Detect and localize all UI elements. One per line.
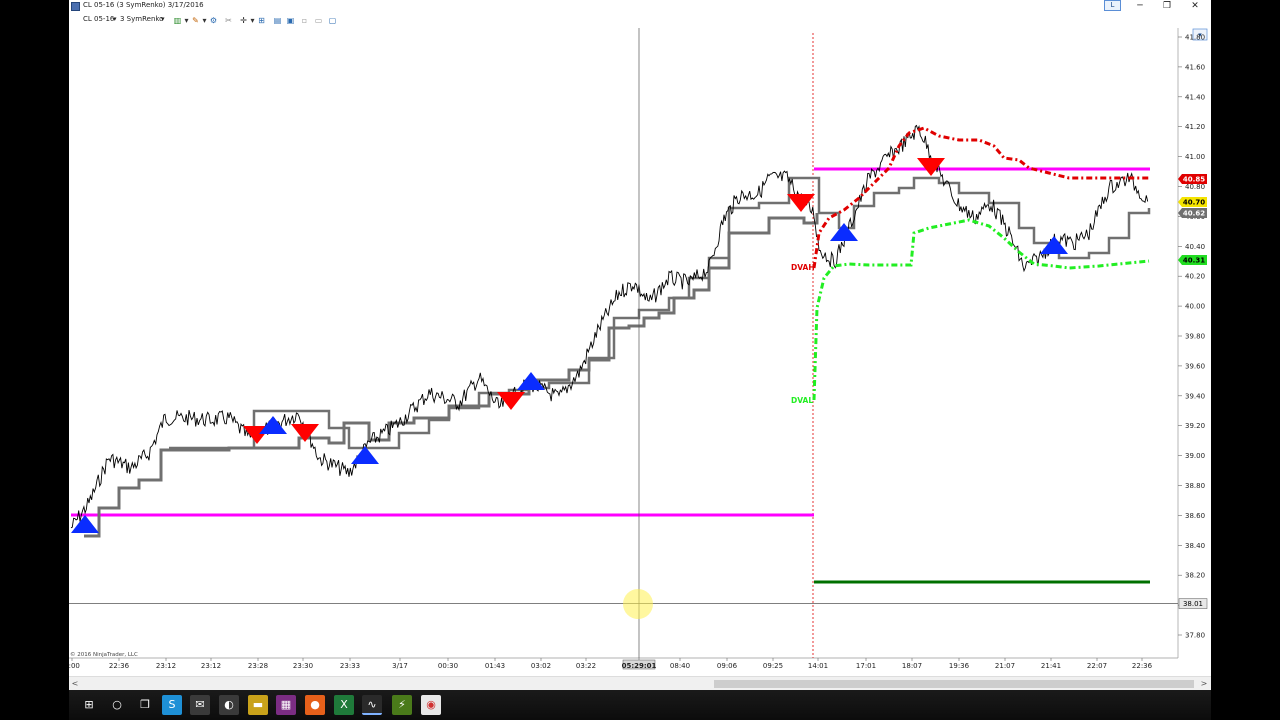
draw-dropdown-icon[interactable]: ▾	[200, 16, 209, 25]
time-tick-label: 23:12	[201, 662, 221, 670]
copyright: © 2016 NinjaTrader, LLC	[70, 651, 138, 658]
window-linking-icon[interactable]: ▭	[314, 16, 323, 25]
time-tick-label: 3/17	[392, 662, 408, 670]
window-title: CL 05-16 (3 SymRenko) 3/17/2016	[83, 1, 204, 9]
bar-type-selector[interactable]: 3 SymRenko	[120, 15, 163, 23]
time-tick-label: 08:40	[670, 662, 690, 670]
scroll-left-icon[interactable]: <	[70, 678, 80, 690]
ninjatrader-icon[interactable]: ∿	[362, 695, 382, 715]
dval-label: DVAL	[791, 396, 813, 405]
dvah-label: DVAH	[791, 263, 815, 272]
windows-taskbar: ⊞ ○ ❐ S ✉ ◐ ▬ ▦ ● X ∿ ⚡ ◉	[69, 690, 1211, 720]
start-icon[interactable]: ⊞	[79, 695, 99, 715]
time-tick-label: 23:30	[293, 662, 313, 670]
time-tick-label: 19:36	[949, 662, 970, 670]
price-flag-label: 40.62	[1183, 210, 1205, 218]
time-tick-label: 21:07	[995, 662, 1015, 670]
layout-button[interactable]: L	[1104, 0, 1121, 11]
tools-icon[interactable]: ✂	[224, 16, 233, 25]
maximize-button[interactable]: ❐	[1154, 0, 1180, 14]
price-tick-label: 41.60	[1185, 63, 1205, 71]
data-box-icon[interactable]: ▢	[328, 16, 337, 25]
bar-type-dropdown-icon[interactable]: ▾	[161, 15, 165, 23]
time-tick-label: 03:22	[576, 662, 596, 670]
firefox-icon[interactable]: ●	[305, 695, 325, 715]
time-tick-label: 23:12	[156, 662, 176, 670]
price-tick-label: 38.40	[1185, 542, 1205, 550]
draw-icon[interactable]: ✎	[191, 16, 200, 25]
app-icon[interactable]: ◐	[219, 695, 239, 715]
chart-app-icon[interactable]: ⚡	[392, 695, 412, 715]
zoom-icon[interactable]: ⊞	[257, 16, 266, 25]
minimize-button[interactable]: ─	[1127, 0, 1153, 14]
price-tick-label: 37.80	[1185, 632, 1205, 640]
price-tick-label: 40.40	[1185, 243, 1205, 251]
time-tick-label: 23:28	[248, 662, 268, 670]
desktop: CL 05-16 (3 SymRenko) 3/17/2016 L ─ ❐ ✕ …	[0, 0, 1280, 720]
price-tick-label: 40.00	[1185, 303, 1205, 311]
price-flag-label: 40.85	[1183, 176, 1205, 184]
time-tick-label: 18:07	[902, 662, 922, 670]
time-tick-label: 22:07	[1087, 662, 1107, 670]
templates-icon[interactable]: ▫	[300, 16, 309, 25]
price-tick-label: 41.00	[1185, 153, 1205, 161]
crosshair-dropdown-icon[interactable]: ▾	[248, 16, 257, 25]
scroll-right-icon[interactable]: >	[1199, 678, 1209, 690]
time-tick-label: 01:43	[485, 662, 505, 670]
scroll-thumb[interactable]	[714, 680, 1194, 688]
instrument-dropdown-icon[interactable]: ▾	[113, 15, 117, 23]
price-tick-label: 38.20	[1185, 572, 1205, 580]
price-flag-label: 40.70	[1183, 199, 1205, 207]
time-tick-label: 03:02	[531, 662, 551, 670]
task-view-icon[interactable]: ❐	[135, 695, 155, 715]
close-button[interactable]: ✕	[1182, 0, 1208, 14]
price-tick-label: 39.40	[1185, 392, 1205, 400]
price-tick-label: 41.20	[1185, 123, 1205, 131]
app-icon	[71, 2, 80, 11]
chart-toolbar: CL 05-16 ▾ 3 SymRenko ▾ ▥ ▾ ✎ ▾ ⚙ ✂ ✛ ▾ …	[69, 14, 1211, 28]
time-tick-label: 09:25	[763, 662, 783, 670]
time-tick-label: 23:33	[340, 662, 360, 670]
properties-icon[interactable]: ▤	[273, 16, 282, 25]
time-tick-label: 05:29:01	[622, 662, 657, 670]
bars-icon[interactable]: ▥	[173, 16, 182, 25]
price-tick-label: 38.80	[1185, 482, 1205, 490]
price-tick-label: 40.80	[1185, 183, 1205, 191]
price-tick-label: 38.60	[1185, 512, 1205, 520]
horizontal-scrollbar[interactable]: < >	[69, 676, 1211, 690]
time-tick-label: 14:01	[808, 662, 828, 670]
indicators-icon[interactable]: ▣	[286, 16, 295, 25]
bars-dropdown-icon[interactable]: ▾	[182, 16, 191, 25]
price-tick-label: 39.00	[1185, 452, 1205, 460]
price-tick-label: 40.20	[1185, 273, 1205, 281]
price-tick-label: 39.60	[1185, 362, 1205, 370]
time-tick-label: 09:06	[717, 662, 738, 670]
cortana-icon[interactable]: ○	[107, 695, 127, 715]
chart-window: CL 05-16 (3 SymRenko) 3/17/2016 L ─ ❐ ✕ …	[69, 0, 1211, 690]
crosshair-icon[interactable]: ✛	[239, 16, 248, 25]
price-flag-label: 40.31	[1183, 257, 1205, 265]
time-tick-label: 17:01	[856, 662, 876, 670]
instrument-selector[interactable]: CL 05-16	[83, 15, 114, 23]
strategy-icon[interactable]: ⚙	[209, 16, 218, 25]
mail-icon[interactable]: ✉	[190, 695, 210, 715]
price-tick-label: 41.40	[1185, 93, 1205, 101]
skype-icon[interactable]: S	[162, 695, 182, 715]
time-tick-label: 2:00	[69, 662, 80, 670]
chrome-icon[interactable]: ◉	[421, 695, 441, 715]
folder-icon[interactable]: ▬	[248, 695, 268, 715]
price-tick-label: 39.20	[1185, 422, 1205, 430]
price-chart[interactable]: ▾ 41.8041.6041.4041.2041.0040.8040.6040.…	[69, 28, 1211, 676]
price-tick-label: 41.80	[1185, 34, 1205, 42]
time-tick-label: 22:36	[1132, 662, 1153, 670]
title-bar[interactable]: CL 05-16 (3 SymRenko) 3/17/2016 L ─ ❐ ✕	[69, 0, 1211, 14]
excel-icon[interactable]: X	[334, 695, 354, 715]
price-tick-label: 39.80	[1185, 333, 1205, 341]
time-tick-label: 00:30	[438, 662, 458, 670]
crosshair-price-label: 38.01	[1183, 600, 1203, 608]
time-tick-label: 21:41	[1041, 662, 1061, 670]
media-icon[interactable]: ▦	[276, 695, 296, 715]
time-tick-label: 22:36	[109, 662, 130, 670]
